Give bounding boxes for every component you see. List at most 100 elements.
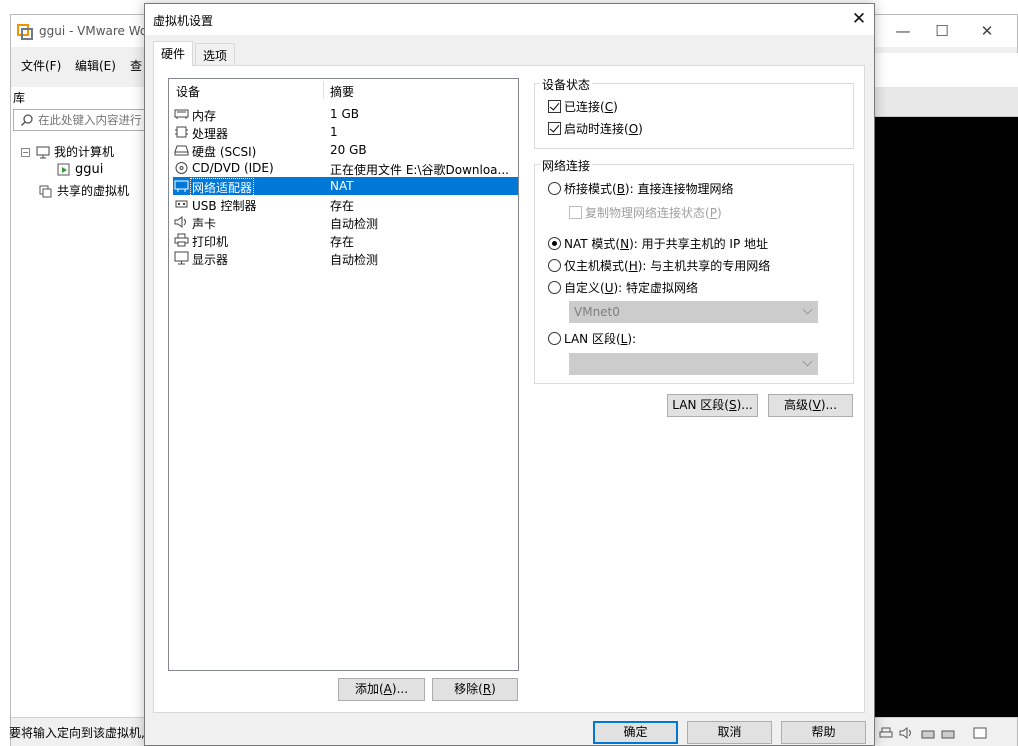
bridged-mode-radio[interactable]: 桥接模式(B): 直接连接物理网络 xyxy=(548,180,733,197)
device-status-title: 设备状态 xyxy=(540,76,593,93)
connect-on-power-accesskey: O xyxy=(628,122,639,136)
computer-icon xyxy=(36,146,50,159)
checkbox-disabled-icon[interactable] xyxy=(569,206,582,219)
device-row-display[interactable]: 显示器 自动检测 xyxy=(173,249,518,267)
disk-status-icon-2[interactable] xyxy=(941,727,955,739)
checkbox-checked-icon[interactable] xyxy=(548,100,561,113)
replicate-label-tail: ) xyxy=(716,206,722,220)
device-name: USB 控制器 xyxy=(192,199,257,213)
device-list-header: 设备 摘要 xyxy=(169,79,518,101)
add-accesskey: A xyxy=(383,682,392,696)
ok-button[interactable]: 确定 xyxy=(593,721,678,744)
device-name: 内存 xyxy=(192,109,217,123)
nat-accesskey: N xyxy=(620,237,630,251)
library-label: 库 xyxy=(13,91,26,105)
device-row-processor[interactable]: 处理器 1 xyxy=(173,123,518,141)
disk-status-icon-1[interactable] xyxy=(921,727,935,739)
device-row-harddisk[interactable]: 硬盘 (SCSI) 20 GB xyxy=(173,141,518,159)
dialog-title-bar: 虚拟机设置 ✕ xyxy=(145,4,874,35)
vmware-app-icon xyxy=(17,24,33,40)
device-name: 声卡 xyxy=(192,217,217,231)
menu-view[interactable]: 查 xyxy=(130,57,142,74)
shared-vm-icon xyxy=(39,185,52,198)
lan-segment-label: LAN 区段( xyxy=(564,332,621,346)
collapse-icon[interactable]: − xyxy=(21,148,30,157)
lan-segment-radio[interactable]: LAN 区段(L): xyxy=(548,330,636,347)
host-only-mode-radio[interactable]: 仅主机模式(H): 与主机共享的专用网络 xyxy=(548,257,770,274)
printer-status-icon[interactable] xyxy=(879,727,893,739)
advanced-label: 高级( xyxy=(783,398,813,412)
lan-segments-accesskey: S xyxy=(728,398,737,412)
library-search[interactable] xyxy=(13,109,145,131)
library-search-input[interactable] xyxy=(38,113,144,127)
custom-label: 自定义( xyxy=(564,281,605,295)
radio-unselected-icon[interactable] xyxy=(548,281,561,294)
connected-checkbox[interactable]: 已连接(C) xyxy=(548,98,618,115)
lan-segments-button[interactable]: LAN 区段(S)... xyxy=(667,394,758,417)
column-divider[interactable] xyxy=(323,81,324,99)
maximize-button[interactable]: ☐ xyxy=(927,19,957,43)
device-summary: 1 GB xyxy=(330,107,359,121)
vm-console[interactable] xyxy=(875,117,1018,717)
host-only-accesskey: H xyxy=(628,259,638,273)
tab-options[interactable]: 选项 xyxy=(195,43,236,65)
add-device-button[interactable]: 添加(A)... xyxy=(338,678,425,701)
minimize-button[interactable]: — xyxy=(888,19,918,43)
connect-at-power-on-checkbox[interactable]: 启动时连接(O) xyxy=(548,120,643,137)
status-text: 要将输入定向到该虚拟机, xyxy=(9,726,145,740)
device-name: 处理器 xyxy=(192,127,229,141)
radio-unselected-icon[interactable] xyxy=(548,182,561,195)
device-row-memory[interactable]: 内存 1 GB xyxy=(173,105,518,123)
connected-accesskey: C xyxy=(604,100,614,114)
checkbox-checked-icon[interactable] xyxy=(548,122,561,135)
device-list[interactable]: 设备 摘要 内存 1 GB 处理器 1 硬盘 (SCSI) 20 GB CD/D… xyxy=(168,78,519,671)
network-connection-title: 网络连接 xyxy=(540,157,593,174)
toolbar-area xyxy=(875,53,1018,87)
connected-label-tail: ) xyxy=(613,100,618,114)
replicate-physical-state-checkbox[interactable]: 复制物理网络连接状态(P) xyxy=(569,204,722,221)
device-row-printer[interactable]: 打印机 存在 xyxy=(173,231,518,249)
network-adapter-icon xyxy=(174,180,189,192)
host-only-label: 仅主机模式( xyxy=(564,259,629,273)
nat-label-tail: ): 用于共享主机的 IP 地址 xyxy=(629,237,769,251)
radio-selected-icon[interactable] xyxy=(548,237,561,250)
nat-mode-radio[interactable]: NAT 模式(N): 用于共享主机的 IP 地址 xyxy=(548,235,768,252)
tree-item-shared[interactable]: 共享的虚拟机 xyxy=(39,182,129,199)
help-button[interactable]: 帮助 xyxy=(781,721,866,744)
cancel-button[interactable]: 取消 xyxy=(687,721,772,744)
vm-settings-dialog: 虚拟机设置 ✕ 硬件 选项 设备 摘要 内存 1 GB 处理器 1 硬盘 (SC… xyxy=(144,3,875,746)
device-row-network-adapter[interactable]: 网络适配器 NAT xyxy=(173,177,518,197)
custom-network-select[interactable]: VMnet0 xyxy=(569,301,818,323)
bridged-label: 桥接模式( xyxy=(564,182,617,196)
menu-file[interactable]: 文件(F) xyxy=(21,57,61,74)
column-header-device[interactable]: 设备 xyxy=(176,83,200,100)
device-row-usb[interactable]: USB 控制器 存在 xyxy=(173,195,518,213)
device-summary: 自动检测 xyxy=(330,253,379,267)
display-icon xyxy=(174,251,189,265)
custom-network-radio[interactable]: 自定义(U): 特定虚拟网络 xyxy=(548,279,698,296)
harddisk-icon xyxy=(174,145,189,156)
message-status-icon[interactable] xyxy=(973,727,987,739)
custom-label-tail: ): 特定虚拟网络 xyxy=(613,281,699,295)
menu-edit[interactable]: 编辑(E) xyxy=(75,57,116,74)
device-name: 硬盘 (SCSI) xyxy=(192,145,257,159)
device-row-cd-dvd[interactable]: CD/DVD (IDE) 正在使用文件 E:\谷歌Downloa... xyxy=(173,159,518,177)
advanced-button[interactable]: 高级(V)... xyxy=(768,394,853,417)
tree-label-shared: 共享的虚拟机 xyxy=(57,184,130,198)
close-main-button[interactable]: ✕ xyxy=(972,19,1002,43)
tab-hardware[interactable]: 硬件 xyxy=(153,41,194,66)
tree-item-my-computer[interactable]: − 我的计算机 xyxy=(21,143,114,160)
radio-unselected-icon[interactable] xyxy=(548,332,561,345)
column-header-summary[interactable]: 摘要 xyxy=(330,83,354,100)
lan-segment-select[interactable] xyxy=(569,353,818,375)
sound-status-icon[interactable] xyxy=(899,727,913,739)
remove-device-button[interactable]: 移除(R) xyxy=(432,678,518,701)
device-row-sound-card[interactable]: 声卡 自动检测 xyxy=(173,213,518,231)
connect-on-power-label: 启动时连接( xyxy=(564,122,629,136)
radio-unselected-icon[interactable] xyxy=(548,259,561,272)
tree-item-vm[interactable]: ggui xyxy=(57,162,103,177)
connect-on-power-label-tail: ) xyxy=(638,122,643,136)
replicate-accesskey: P xyxy=(709,206,717,220)
bridged-accesskey: B xyxy=(616,182,625,196)
dialog-close-button[interactable]: ✕ xyxy=(844,4,874,34)
